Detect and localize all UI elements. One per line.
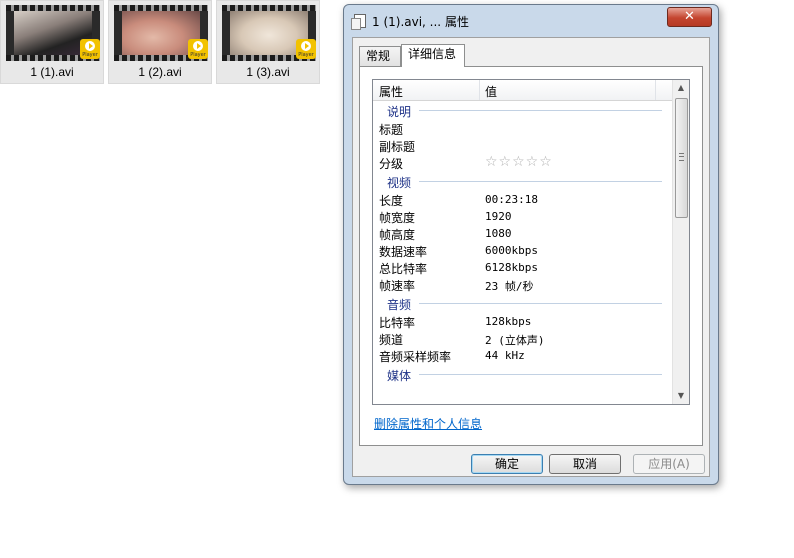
property-row-total-bitrate[interactable]: 总比特率 6128kbps [373,259,674,276]
property-row-data-rate[interactable]: 数据速率 6000kbps [373,242,674,259]
ok-button[interactable]: 确定 [471,454,543,474]
tab-general[interactable]: 常规 [359,46,401,66]
title-bar[interactable]: 1 (1).avi, ... 属性 ✕ [344,5,718,35]
remove-properties-link[interactable]: 删除属性和个人信息 [374,415,482,432]
property-row-title[interactable]: 标题 [373,120,674,137]
group-video: 视频 [373,171,674,191]
dialog-body: 常规 详细信息 属性 值 说明 标题 副标题 分级 ☆☆☆☆☆ 视频 长度 00… [352,37,710,477]
file-item-2[interactable]: Player 1 (2).avi [108,0,212,84]
tab-details[interactable]: 详细信息 [401,44,465,67]
file-properties-icon [351,14,366,30]
dialog-title: 1 (1).avi, ... 属性 [372,15,469,29]
property-row-length[interactable]: 长度 00:23:18 [373,191,674,208]
scroll-down-icon[interactable]: ▼ [673,388,689,404]
scroll-up-icon[interactable]: ▲ [673,80,689,96]
player-badge-icon: Player [80,39,100,59]
property-row-rating[interactable]: 分级 ☆☆☆☆☆ [373,154,674,171]
property-row-audio-bitrate[interactable]: 比特率 128kbps [373,313,674,330]
column-header-value[interactable]: 值 [485,83,497,100]
property-row-frame-height[interactable]: 帧高度 1080 [373,225,674,242]
rating-stars-icon[interactable]: ☆☆☆☆☆ [485,154,553,170]
file-name[interactable]: 1 (2).avi [109,65,211,79]
cancel-button[interactable]: 取消 [549,454,621,474]
player-badge-icon: Player [188,39,208,59]
file-item-3[interactable]: Player 1 (3).avi [216,0,320,84]
file-item-1[interactable]: Player 1 (1).avi [0,0,104,84]
file-name[interactable]: 1 (1).avi [1,65,103,79]
property-row-sample-rate[interactable]: 音频采样频率 44 kHz [373,347,674,364]
column-header-property[interactable]: 属性 [379,83,403,100]
property-row-frame-rate[interactable]: 帧速率 23 帧/秒 [373,276,674,293]
property-row-subtitle[interactable]: 副标题 [373,137,674,154]
list-header: 属性 值 [373,80,674,101]
file-name[interactable]: 1 (3).avi [217,65,319,79]
details-tab-panel: 属性 值 说明 标题 副标题 分级 ☆☆☆☆☆ 视频 长度 00:23:18 帧… [359,66,703,446]
group-audio: 音频 [373,293,674,313]
properties-dialog: 1 (1).avi, ... 属性 ✕ 常规 详细信息 属性 值 说明 标题 副… [343,4,719,485]
apply-button[interactable]: 应用(A) [633,454,705,474]
group-media: 媒体 [373,364,674,384]
property-list[interactable]: 属性 值 说明 标题 副标题 分级 ☆☆☆☆☆ 视频 长度 00:23:18 帧… [372,79,690,405]
vertical-scrollbar[interactable]: ▲ ▼ [672,80,689,404]
property-row-frame-width[interactable]: 帧宽度 1920 [373,208,674,225]
player-badge-icon: Player [296,39,316,59]
close-button[interactable]: ✕ [667,7,712,27]
scroll-thumb[interactable] [675,98,688,218]
property-row-channels[interactable]: 频道 2 (立体声) [373,330,674,347]
group-description: 说明 [373,100,674,120]
